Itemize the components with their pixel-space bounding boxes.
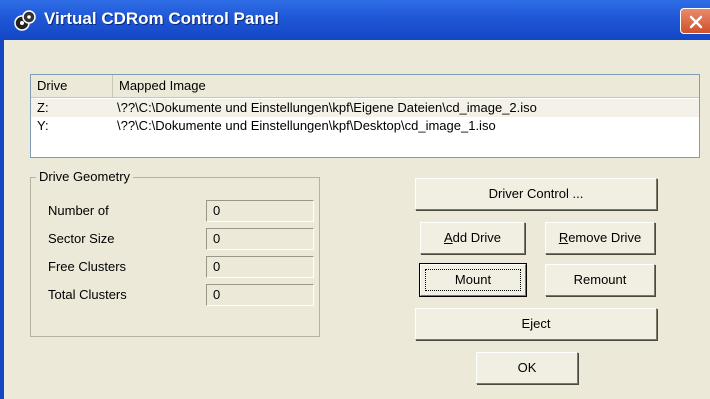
remount-button[interactable]: Remount	[545, 264, 655, 296]
close-button[interactable]	[680, 8, 710, 34]
total-clusters-field: 0	[206, 284, 314, 306]
driver-control-button[interactable]: Driver Control ...	[415, 178, 657, 210]
drive-geometry-legend: Drive Geometry	[36, 169, 134, 184]
close-icon	[689, 15, 703, 29]
add-drive-label: dd Drive	[452, 230, 502, 245]
add-drive-button[interactable]: Add Drive	[420, 222, 525, 254]
number-of-field: 0	[206, 200, 314, 222]
free-clusters-field: 0	[206, 256, 314, 278]
add-drive-mnemonic: A	[443, 230, 453, 245]
list-item-image: \??\C:\Dokumente und Einstellungen\kpf\E…	[117, 100, 537, 115]
eject-button[interactable]: Eject	[415, 308, 657, 340]
mount-button[interactable]: Mount	[419, 263, 527, 297]
list-item-drive: Z:	[37, 100, 49, 115]
list-item[interactable]: Z: \??\C:\Dokumente und Einstellungen\kp…	[31, 99, 699, 117]
remove-drive-mnemonic: R	[558, 230, 569, 245]
sector-size-label: Sector Size	[48, 231, 115, 246]
number-of-label: Number of	[48, 203, 109, 218]
column-header-drive[interactable]: Drive	[31, 75, 113, 97]
drive-list[interactable]: Drive Mapped Image Z: \??\C:\Dokumente u…	[30, 74, 700, 158]
remove-drive-label: emove Drive	[568, 230, 642, 245]
list-item-drive: Y:	[37, 118, 49, 133]
total-clusters-label: Total Clusters	[48, 287, 127, 302]
window-title: Virtual CDRom Control Panel	[44, 9, 279, 28]
ok-button[interactable]: OK	[476, 352, 578, 384]
list-item-image: \??\C:\Dokumente und Einstellungen\kpf\D…	[117, 118, 496, 133]
cd-drive-icon	[14, 10, 36, 31]
title-bar[interactable]: Virtual CDRom Control Panel	[0, 0, 710, 40]
list-header: Drive Mapped Image	[31, 75, 699, 98]
sector-size-field: 0	[206, 228, 314, 250]
remove-drive-button[interactable]: Remove Drive	[545, 222, 655, 254]
column-header-mapped-image[interactable]: Mapped Image	[113, 75, 699, 97]
list-item[interactable]: Y: \??\C:\Dokumente und Einstellungen\kp…	[31, 117, 699, 135]
free-clusters-label: Free Clusters	[48, 259, 127, 274]
